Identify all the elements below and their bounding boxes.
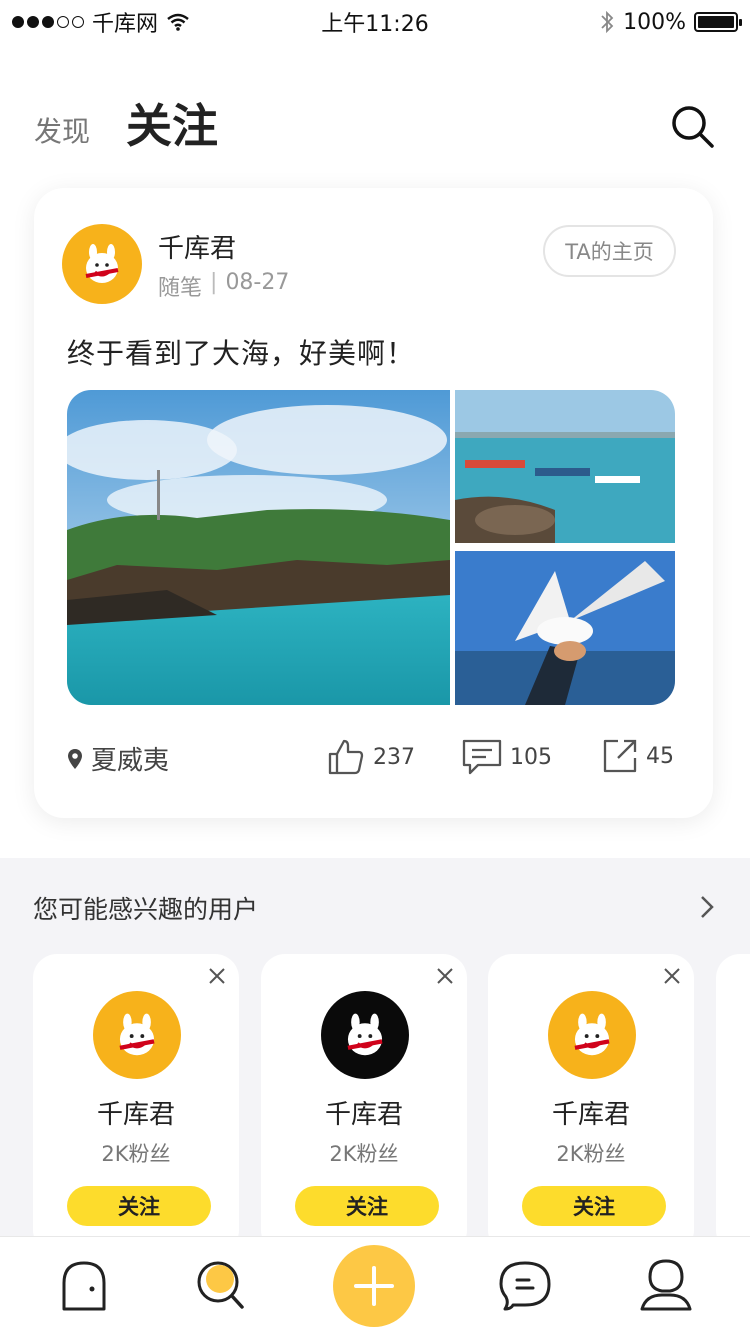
wifi-icon	[167, 13, 189, 31]
like-count: 237	[373, 744, 415, 770]
ghost-home-icon[interactable]	[56, 1257, 112, 1313]
profile-icon[interactable]	[638, 1257, 694, 1313]
status-left: 千库网	[12, 6, 190, 38]
battery-percent: 100%	[623, 9, 686, 35]
mascot-icon	[347, 1013, 383, 1056]
status-right: 100%	[599, 9, 742, 35]
comment-count: 105	[510, 744, 552, 770]
user-card[interactable]: 千库君 2K粉丝 关注	[488, 954, 694, 1254]
follow-button[interactable]: 关注	[67, 1186, 211, 1226]
carrier-name: 千库网	[92, 12, 159, 37]
comment-button[interactable]: 105	[462, 738, 552, 776]
post-footer: 夏威夷 237 105 45	[67, 738, 675, 778]
share-icon	[603, 739, 637, 773]
user-card[interactable]: 千库君 2K粉丝 关注	[33, 954, 239, 1254]
signal-strength-icon	[12, 16, 84, 28]
close-icon[interactable]	[207, 966, 227, 986]
author-name[interactable]: 千库君	[158, 228, 236, 265]
profile-home-button[interactable]: TA的主页	[543, 225, 676, 277]
discover-icon[interactable]	[192, 1257, 248, 1313]
photo-harbor[interactable]	[455, 390, 675, 543]
battery-icon	[694, 12, 742, 32]
mascot-icon	[85, 244, 119, 283]
avatar[interactable]	[62, 224, 142, 304]
location-pin-icon	[68, 748, 82, 769]
user-card-partial[interactable]	[716, 954, 750, 1254]
share-button[interactable]: 45	[602, 738, 674, 774]
mascot-icon	[119, 1013, 155, 1056]
post-date: 08-27	[225, 270, 290, 295]
user-fans: 2K粉丝	[556, 1142, 626, 1166]
mascot-icon	[574, 1013, 610, 1056]
user-fans: 2K粉丝	[101, 1142, 171, 1166]
plus-icon	[354, 1266, 394, 1306]
like-button[interactable]: 237	[327, 738, 415, 776]
suggested-users-title: 您可能感兴趣的用户	[33, 895, 259, 924]
avatar[interactable]	[93, 991, 181, 1079]
share-count: 45	[646, 743, 674, 769]
message-icon[interactable]	[497, 1257, 553, 1313]
photo-grid	[67, 390, 675, 705]
header: 发现 关注	[0, 84, 750, 164]
thumbs-up-icon	[328, 739, 364, 775]
user-name: 千库君	[96, 1100, 175, 1130]
location[interactable]: 夏威夷	[67, 740, 169, 777]
suggested-users-section: 您可能感兴趣的用户 千库君 2K粉丝 关注 千库君 2K粉丝 关注 千库君 2K…	[0, 858, 750, 1254]
search-icon[interactable]	[668, 102, 716, 150]
post-category: 随笔	[158, 276, 203, 301]
photo-seagull[interactable]	[455, 551, 675, 705]
meta-separator: |	[210, 270, 218, 295]
close-icon[interactable]	[662, 966, 682, 986]
user-fans: 2K粉丝	[329, 1142, 399, 1166]
location-label: 夏威夷	[91, 746, 170, 776]
avatar[interactable]	[321, 991, 409, 1079]
follow-button[interactable]: 关注	[295, 1186, 439, 1226]
chevron-right-icon[interactable]	[694, 894, 718, 920]
tab-discover[interactable]: 发现	[34, 110, 90, 150]
user-name: 千库君	[324, 1100, 403, 1130]
comment-icon	[462, 739, 502, 775]
avatar[interactable]	[548, 991, 636, 1079]
add-post-button[interactable]	[333, 1245, 415, 1327]
tab-follow[interactable]: 关注	[126, 90, 218, 156]
close-icon[interactable]	[435, 966, 455, 986]
photo-coast[interactable]	[67, 390, 450, 705]
user-name: 千库君	[551, 1100, 630, 1130]
user-card[interactable]: 千库君 2K粉丝 关注	[261, 954, 467, 1254]
post-text: 终于看到了大海，好美啊！	[67, 337, 416, 370]
status-bar: 千库网 上午11:26 100%	[0, 0, 750, 44]
bottom-nav	[0, 1236, 750, 1334]
bluetooth-icon	[601, 10, 614, 34]
follow-button[interactable]: 关注	[522, 1186, 666, 1226]
post-meta: 随笔 | 08-27	[158, 270, 289, 302]
post-card[interactable]: 千库君 随笔 | 08-27 TA的主页 终于看到了大海，好美啊！ 夏威夷 23…	[34, 188, 713, 818]
